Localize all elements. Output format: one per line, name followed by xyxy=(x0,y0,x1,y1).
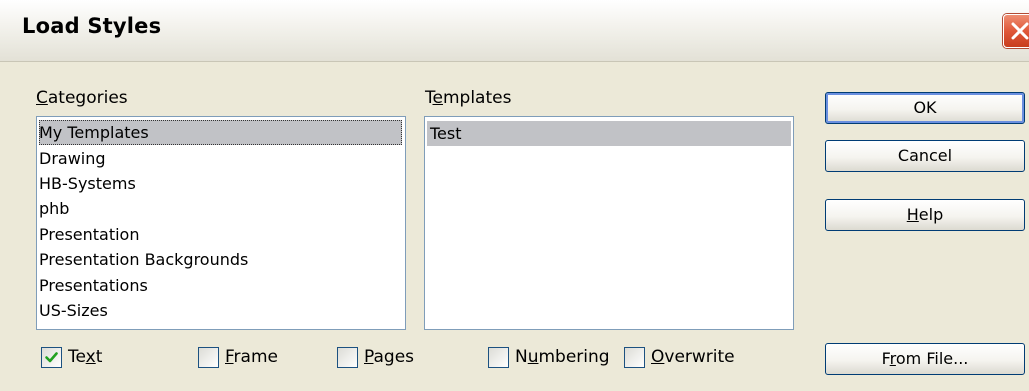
title-bar[interactable]: Load Styles xyxy=(0,0,1029,62)
categories-listbox[interactable]: My Templates Drawing HB-Systems phb Pres… xyxy=(36,116,406,330)
from-file-button[interactable]: From File... xyxy=(825,343,1025,375)
frame-checkbox[interactable] xyxy=(198,347,219,368)
close-button[interactable] xyxy=(1003,14,1029,48)
category-item-presentation[interactable]: Presentation xyxy=(39,222,402,247)
category-item-hb-systems[interactable]: HB-Systems xyxy=(39,171,402,196)
help-button[interactable]: Help xyxy=(825,199,1025,231)
category-item-drawing[interactable]: Drawing xyxy=(39,146,402,171)
overwrite-checkbox-label: Overwrite xyxy=(651,347,735,367)
category-item-presentations[interactable]: Presentations xyxy=(39,273,402,298)
pages-checkbox[interactable] xyxy=(337,347,358,368)
category-item-us-sizes[interactable]: US-Sizes xyxy=(39,298,402,323)
load-styles-dialog: Load Styles Categories My Templates Draw… xyxy=(0,0,1029,391)
category-item-presentation-backgrounds[interactable]: Presentation Backgrounds xyxy=(39,247,402,272)
template-item-test[interactable]: Test xyxy=(427,121,791,146)
templates-label: Templates xyxy=(425,88,512,108)
close-icon xyxy=(1011,22,1029,40)
pages-checkbox-label: Pages xyxy=(364,347,415,367)
cancel-button[interactable]: Cancel xyxy=(825,140,1025,172)
text-checkbox[interactable] xyxy=(41,347,62,368)
text-checkbox-label: Text xyxy=(68,347,103,367)
numbering-checkbox[interactable] xyxy=(488,347,509,368)
overwrite-checkbox[interactable] xyxy=(624,347,645,368)
checkmark-icon xyxy=(45,352,58,363)
numbering-checkbox-label: Numbering xyxy=(515,347,610,367)
categories-label: Categories xyxy=(36,88,128,108)
category-item-my-templates[interactable]: My Templates xyxy=(39,120,402,145)
dialog-title: Load Styles xyxy=(22,14,162,38)
ok-button[interactable]: OK xyxy=(825,92,1025,124)
frame-checkbox-label: Frame xyxy=(225,347,278,367)
templates-listbox[interactable]: Test xyxy=(424,116,794,330)
category-item-phb[interactable]: phb xyxy=(39,196,402,221)
